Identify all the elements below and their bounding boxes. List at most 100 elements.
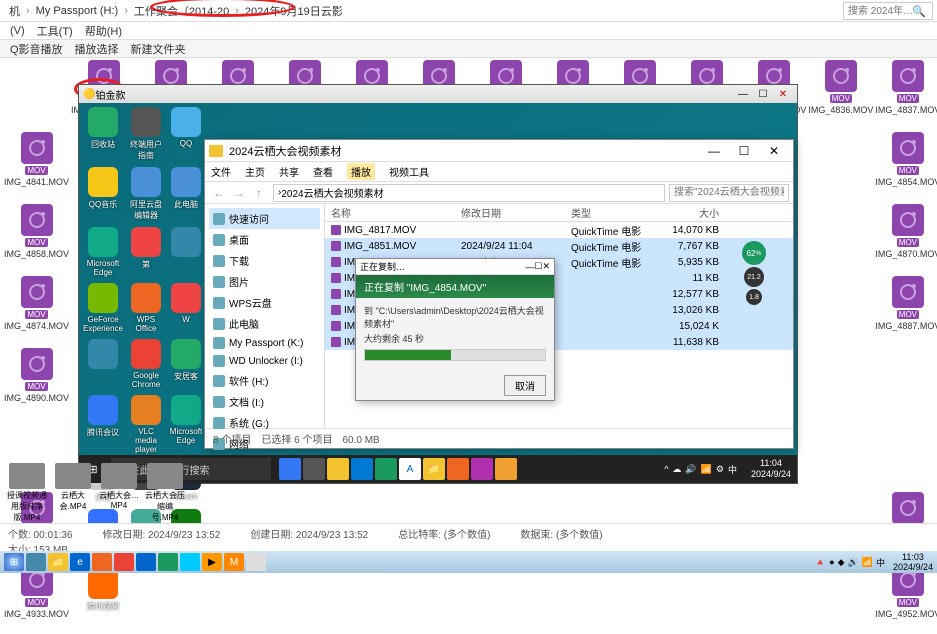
sidebar-item[interactable]: 系统 (G:) (209, 412, 320, 433)
taskbar-icon[interactable] (471, 458, 493, 480)
sidebar-item[interactable]: 下载 (209, 250, 320, 271)
desktop-icon[interactable]: 第 (129, 227, 163, 277)
desktop-icon[interactable]: 终端用户指南 (129, 107, 163, 161)
file-item[interactable]: MOVIMG_4952.MOV (875, 564, 937, 634)
desktop-icon[interactable]: 回收站 (83, 107, 123, 161)
file-item[interactable]: MOVIMG_4854.MOV (875, 132, 937, 202)
ribbon-share[interactable]: 共享 (279, 164, 299, 179)
tray-icon[interactable]: ^ (664, 464, 668, 474)
taskbar-icon[interactable] (375, 458, 397, 480)
taskbar-icon[interactable] (180, 553, 200, 571)
tb-play[interactable]: Q影音播放 (10, 41, 63, 57)
maximize-button[interactable]: ☐ (753, 89, 773, 100)
tray-icon[interactable]: 🔊 (848, 557, 859, 568)
thumbnail-item[interactable]: 云栖大会…MP4 (98, 463, 140, 523)
sidebar-item[interactable]: 快速访问 (209, 208, 320, 229)
address-path[interactable]: › 2024云栖大会视频素材 (273, 184, 665, 202)
system-tray[interactable]: ^ ☁ 🔊 📶 ⚙ 中 (656, 463, 745, 476)
taskbar-icon[interactable] (158, 553, 178, 571)
menu-view[interactable]: (V) (10, 25, 25, 37)
desktop-icon[interactable]: GeForce Experience (83, 283, 123, 333)
menu-help[interactable]: 帮助(H) (85, 23, 122, 39)
ribbon-home[interactable]: 主页 (245, 164, 265, 179)
taskbar-clock[interactable]: 11:04 2024/9/24 (745, 458, 797, 480)
desktop-icon[interactable]: 腾讯视频 (83, 569, 123, 612)
close-button[interactable]: ✕ (759, 144, 789, 158)
bc-p3[interactable]: 2024年9月19日云影 (245, 3, 343, 19)
desktop-icon[interactable]: Microsoft Edge (83, 227, 123, 277)
ribbon-videotools[interactable]: 视频工具 (389, 164, 429, 179)
taskbar-icon[interactable]: ▶ (202, 553, 222, 571)
bc-p1[interactable]: My Passport (H:) (36, 5, 119, 17)
sidebar-item[interactable]: My Passport (K:) (209, 334, 320, 352)
desktop-icon[interactable] (83, 339, 123, 389)
taskbar-icon[interactable] (246, 553, 266, 571)
col-date[interactable]: 修改日期 (455, 205, 565, 220)
tray-icon[interactable]: ⚙ (716, 464, 724, 475)
sidebar-item[interactable]: 软件 (H:) (209, 370, 320, 391)
bc-p2[interactable]: 工作聚会（2014-20 (134, 3, 229, 19)
sidebar-item[interactable]: WD Unlocker (I:) (209, 352, 320, 370)
start-orb[interactable]: ⊞ (4, 553, 24, 571)
maximize-button[interactable]: ☐ (729, 144, 759, 158)
minimize-button[interactable]: — (525, 262, 534, 272)
file-item[interactable]: MOVIMG_4837.MOV (875, 60, 937, 130)
tray-icon[interactable]: ● (829, 557, 834, 567)
nav-up-button[interactable]: ↑ (249, 186, 269, 200)
explorer-search-input[interactable] (669, 184, 789, 202)
file-item[interactable]: MOVIMG_4870.MOV (875, 204, 937, 274)
bc-root[interactable]: 机 (9, 3, 20, 19)
desktop-icon[interactable]: QQ音乐 (83, 167, 123, 221)
desktop-icon[interactable]: W (169, 283, 203, 333)
col-type[interactable]: 类型 (565, 205, 655, 220)
float-widget[interactable]: 62% 21.2 1.8 (742, 241, 766, 305)
desktop-icon[interactable]: Google Chrome (129, 339, 163, 389)
tray-icon[interactable]: ☁ (672, 464, 681, 475)
sidebar-item[interactable]: WPS云盘 (209, 292, 320, 313)
cancel-button[interactable]: 取消 (504, 375, 546, 396)
folder-icon[interactable]: 📁 (423, 458, 445, 480)
sidebar-item[interactable]: 文档 (I:) (209, 391, 320, 412)
file-row[interactable]: IMG_4817.MOVQuickTime 电影14,070 KB (325, 222, 793, 238)
sidebar-item[interactable]: 图片 (209, 271, 320, 292)
edge-icon[interactable] (351, 458, 373, 480)
search-icon[interactable]: 🔍 (912, 5, 926, 18)
taskbar-icon[interactable]: M (224, 553, 244, 571)
desktop-icon[interactable]: Microsoft Edge (169, 395, 203, 454)
tray-icon[interactable]: 中 (728, 463, 737, 476)
tray-icon[interactable]: ◆ (838, 557, 845, 568)
taskbar-icon[interactable] (92, 553, 112, 571)
desktop-icon[interactable]: 腾讯会议 (83, 395, 123, 454)
ie-icon[interactable]: e (70, 553, 90, 571)
col-name[interactable]: 名称 (325, 205, 455, 220)
desktop-icon[interactable]: 安居客 (169, 339, 203, 389)
desktop-icon[interactable]: WPS Office (129, 283, 163, 333)
file-item[interactable]: MOVIMG_4858.MOV (4, 204, 69, 274)
tray-icon[interactable]: 🔺 (815, 557, 826, 568)
taskbar-icon[interactable]: A (399, 458, 421, 480)
thumbnail-item[interactable]: 云栖大会压缩编号.MP4 (144, 463, 186, 523)
taskbar-icon[interactable] (26, 553, 46, 571)
tray-icon[interactable]: 📶 (862, 557, 873, 568)
minimize-button[interactable]: — (699, 144, 729, 158)
tray-icon[interactable]: 中 (876, 556, 885, 569)
outer-tray[interactable]: 🔺 ● ◆ 🔊 📶 中 (815, 556, 885, 569)
file-item[interactable]: MOVIMG_4890.MOV (4, 348, 69, 418)
col-size[interactable]: 大小 (655, 205, 725, 220)
desktop-icon[interactable]: QQ (169, 107, 203, 161)
desktop-icon[interactable]: 阿里云盘编辑器 (129, 167, 163, 221)
ribbon-file[interactable]: 文件 (211, 164, 231, 179)
outer-clock[interactable]: 11:03 2024/9/24 (893, 552, 933, 572)
file-item[interactable]: MOVIMG_4887.MOV (875, 276, 937, 346)
tray-icon[interactable]: 📶 (701, 464, 712, 475)
sidebar-item[interactable]: 桌面 (209, 229, 320, 250)
file-item[interactable]: MOVIMG_4841.MOV (4, 132, 69, 202)
taskbar-icon[interactable] (495, 458, 517, 480)
folder-icon[interactable]: 📁 (48, 553, 68, 571)
sidebar-item[interactable]: 此电脑 (209, 313, 320, 334)
taskbar-icon[interactable] (136, 553, 156, 571)
taskbar-icon[interactable] (303, 458, 325, 480)
thumbnail-item[interactable]: 授课视频通用版纯净版.MP4 (6, 463, 48, 523)
tb-newfolder[interactable]: 新建文件夹 (131, 41, 186, 57)
tray-icon[interactable]: 🔊 (685, 464, 696, 475)
